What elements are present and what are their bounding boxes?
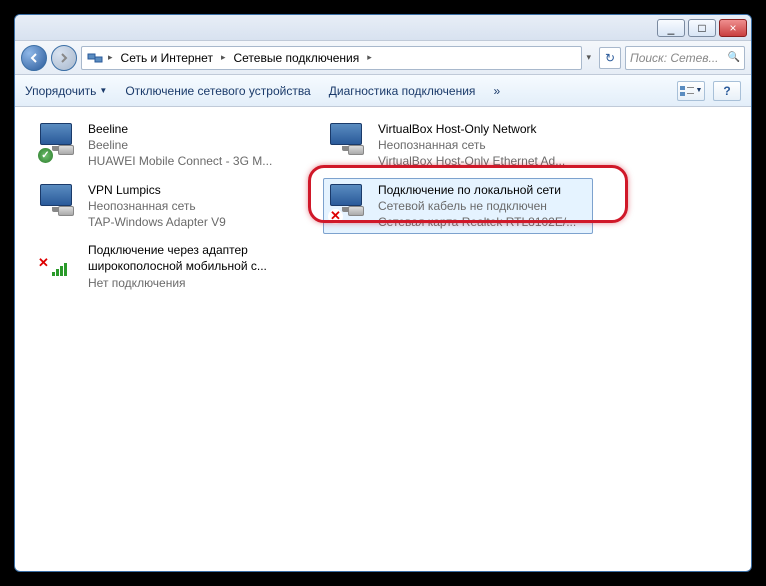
- titlebar: _ □ ×: [15, 15, 751, 41]
- status-error-icon: ✕: [36, 255, 51, 270]
- search-placeholder: Поиск: Сетев...: [630, 51, 719, 65]
- connection-device: HUAWEI Mobile Connect - 3G M...: [88, 153, 272, 169]
- status-error-icon: ✕: [328, 209, 343, 224]
- connection-device: TAP-Windows Adapter V9: [88, 214, 226, 230]
- chevron-right-icon: ▸: [219, 52, 228, 63]
- diagnose-button[interactable]: Диагностика подключения: [329, 84, 476, 98]
- explorer-window: _ □ × ▸ Сеть и Интернет ▸ Сетевые подклю…: [14, 14, 752, 572]
- search-input[interactable]: Поиск: Сетев...: [625, 46, 745, 70]
- connection-icon: ✕: [328, 182, 370, 224]
- connection-item[interactable]: VPN Lumpics Неопознанная сеть TAP-Window…: [33, 178, 303, 235]
- network-icon: [86, 49, 104, 67]
- connection-item[interactable]: ✕ Подключение по локальной сети Сетевой …: [323, 178, 593, 235]
- connection-icon: [38, 182, 80, 224]
- connection-status: Нет подключения: [88, 275, 298, 291]
- breadcrumb-segment[interactable]: Сеть и Интернет: [117, 51, 217, 65]
- chevron-right-icon: ▸: [106, 52, 115, 63]
- connection-device: Сетевая карта Realtek RTL8102E/...: [378, 214, 576, 230]
- chevron-down-icon: ▼: [99, 86, 107, 95]
- refresh-button[interactable]: ↻: [599, 47, 621, 69]
- connection-name: VPN Lumpics: [88, 182, 226, 198]
- help-icon: ?: [723, 84, 730, 98]
- connection-icon: [328, 121, 370, 163]
- connection-name: Подключение по локальной сети: [378, 182, 576, 198]
- breadcrumb[interactable]: ▸ Сеть и Интернет ▸ Сетевые подключения …: [81, 46, 582, 70]
- nav-back-button[interactable]: [21, 45, 47, 71]
- more-commands-button[interactable]: »: [493, 84, 500, 98]
- help-button[interactable]: ?: [713, 81, 741, 101]
- chevron-right-icon: ▸: [365, 52, 374, 63]
- connection-icon: ✓: [38, 121, 80, 163]
- view-options-button[interactable]: ▼: [677, 81, 705, 101]
- connection-name: Подключение через адаптер широкополосной…: [88, 242, 298, 274]
- connection-item[interactable]: VirtualBox Host-Only Network Неопознанна…: [323, 117, 593, 174]
- minimize-button[interactable]: _: [657, 19, 685, 37]
- connection-status: Сетевой кабель не подключен: [378, 198, 576, 214]
- connection-status: Beeline: [88, 137, 272, 153]
- signal-icon: [52, 263, 67, 276]
- connection-item[interactable]: ✕ Подключение через адаптер широкополосн…: [33, 238, 303, 295]
- connection-device: VirtualBox Host-Only Ethernet Ad...: [378, 153, 565, 169]
- nav-forward-button[interactable]: [51, 45, 77, 71]
- toolbar: Упорядочить▼ Отключение сетевого устройс…: [15, 75, 751, 107]
- navbar: ▸ Сеть и Интернет ▸ Сетевые подключения …: [15, 41, 751, 75]
- status-ok-icon: ✓: [38, 148, 53, 163]
- connection-name: Beeline: [88, 121, 272, 137]
- organize-button[interactable]: Упорядочить▼: [25, 84, 107, 98]
- maximize-button[interactable]: □: [688, 19, 716, 37]
- connections-list: ✓ Beeline Beeline HUAWEI Mobile Connect …: [15, 107, 751, 305]
- close-button[interactable]: ×: [719, 19, 747, 37]
- connection-status: Неопознанная сеть: [378, 137, 565, 153]
- disable-device-button[interactable]: Отключение сетевого устройства: [125, 84, 310, 98]
- connection-item[interactable]: ✓ Beeline Beeline HUAWEI Mobile Connect …: [33, 117, 303, 174]
- connection-name: VirtualBox Host-Only Network: [378, 121, 565, 137]
- connection-icon: ✕: [38, 242, 80, 284]
- connection-status: Неопознанная сеть: [88, 198, 226, 214]
- breadcrumb-segment[interactable]: Сетевые подключения: [229, 51, 363, 65]
